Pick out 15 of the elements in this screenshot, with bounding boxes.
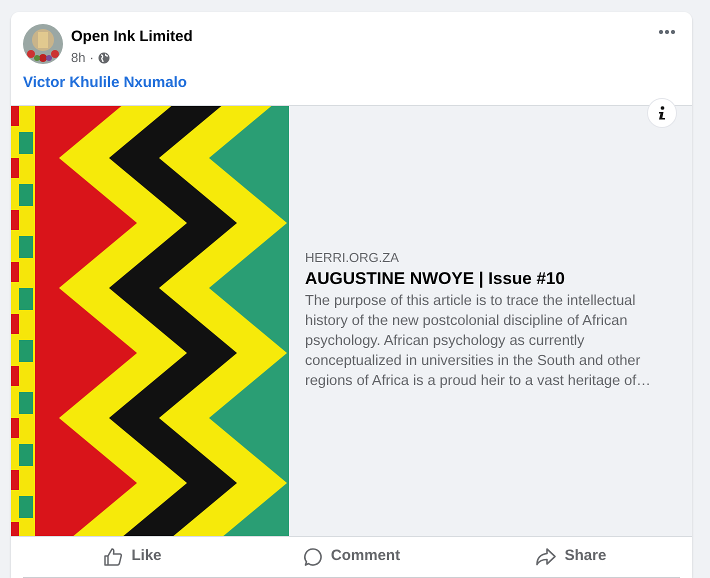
author-name[interactable]: Open Ink Limited: [71, 28, 193, 45]
share-arrow-icon: [534, 546, 557, 566]
share-button[interactable]: Share: [461, 536, 680, 576]
globe-icon: [98, 52, 110, 64]
tagged-link[interactable]: Victor Khulile Nxumalo: [23, 66, 187, 104]
post-time[interactable]: 8h: [71, 49, 86, 66]
link-title[interactable]: AUGUSTINE NWOYE | Issue #10: [305, 268, 676, 290]
comment-button[interactable]: Comment: [242, 536, 461, 576]
thumbs-up-icon: [103, 546, 124, 566]
info-icon[interactable]: [647, 98, 677, 128]
link-description: The purpose of this article is to trace the intellectual history of the new postcolonial discipline of African psychology. African psychology as currently conceptualized in universities in the South and other regions of Africa is a proud heir to a vast heritage of…: [305, 292, 652, 391]
separator: ·: [89, 49, 94, 66]
link-domain: HERRI.ORG.ZA: [305, 250, 400, 266]
speech-bubble-icon: [302, 546, 323, 566]
like-button[interactable]: Like: [23, 536, 242, 576]
